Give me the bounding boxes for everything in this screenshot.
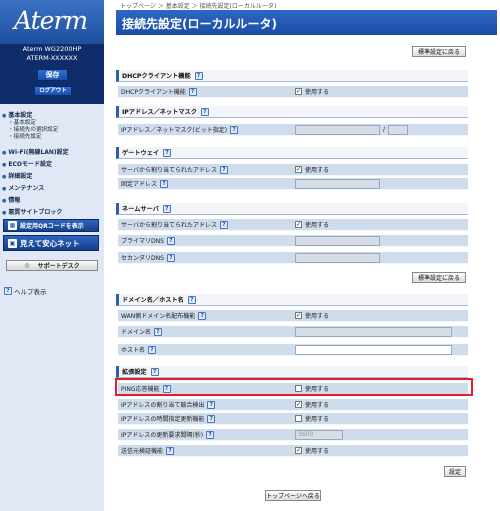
nav-wifi[interactable]: Wi-Fi(無線LAN)設定: [2, 147, 68, 156]
nav-maintenance[interactable]: メンテナンス: [2, 183, 44, 192]
nav-siteblock[interactable]: 悪質サイトブロック: [2, 207, 62, 216]
help-icon[interactable]: ?: [187, 295, 196, 304]
renew-interval-input[interactable]: 3600: [295, 429, 343, 440]
ping-highlight-box: [115, 378, 473, 396]
help-icon[interactable]: ?: [150, 367, 159, 376]
section-gateway: ゲートウェイ?: [116, 147, 468, 159]
row-ip-mask: IPアドレス／ネットマスク(ビット指定)? /: [118, 124, 468, 136]
help-icon[interactable]: ?: [230, 125, 239, 134]
nav-sub-connection[interactable]: ・接続先設定: [8, 132, 42, 140]
support-desk-button[interactable]: ◎ サポートデスク: [6, 260, 98, 271]
help-icon[interactable]: ?: [166, 236, 175, 245]
row-source-verify: 送信元検証機能? ✓ 使用する: [118, 445, 468, 457]
help-toggle[interactable]: ? ヘルプ表示: [4, 286, 47, 296]
section-domain-host: ドメイン名／ホスト名?: [116, 294, 468, 306]
help-icon[interactable]: ?: [160, 179, 169, 188]
timed-renew-checkbox[interactable]: [295, 415, 302, 422]
ip-address-input[interactable]: [295, 124, 380, 135]
help-icon[interactable]: ?: [166, 446, 175, 455]
qr-icon: ▦: [8, 221, 17, 230]
row-dns-auto: サーバから割り当てられたアドレス? ✓ 使用する: [118, 219, 468, 231]
help-icon[interactable]: ?: [162, 204, 171, 213]
row-ip-timed-renew: IPアドレスの時間指定更新機能? 使用する: [118, 413, 468, 425]
reset-default-button[interactable]: 標準設定に戻る: [412, 46, 466, 57]
help-icon[interactable]: ?: [188, 87, 197, 96]
nav-info[interactable]: 情報: [2, 195, 20, 204]
gateway-auto-checkbox[interactable]: ✓: [295, 166, 302, 173]
domain-name-input[interactable]: [295, 326, 452, 337]
support-icon: ◎: [24, 262, 30, 269]
row-wan-domain: WAN側ドメイン名配布機能? ✓ 使用する: [118, 310, 468, 322]
section-ip-mask: IPアドレス／ネットマスク?: [116, 106, 468, 118]
help-icon[interactable]: ?: [219, 165, 228, 174]
gateway-fixed-input[interactable]: [295, 178, 380, 189]
logout-button[interactable]: ログアウト: [34, 86, 72, 96]
set-button[interactable]: 設定: [444, 466, 466, 477]
device-info: Aterm WG2200HP ATERM-XXXXXX 保存 ログアウト: [0, 44, 104, 104]
row-dns-secondary: セカンダリDNS?: [118, 252, 468, 264]
netmask-input[interactable]: [388, 124, 409, 135]
row-gateway-fixed: 固定アドレス?: [118, 178, 468, 190]
help-icon[interactable]: ?: [166, 253, 175, 262]
help-icon[interactable]: ?: [206, 430, 215, 439]
help-icon: ?: [4, 287, 12, 295]
secondary-dns-input[interactable]: [295, 252, 380, 263]
mieru-anshin-button[interactable]: ▣ 見えて安心ネット: [3, 235, 99, 251]
reset-default-button-2[interactable]: 標準設定に戻る: [412, 272, 466, 283]
breadcrumb: トップページ ＞ 基本設定 ＞ 接続先設定(ローカルルータ): [120, 3, 277, 10]
wan-domain-checkbox[interactable]: ✓: [295, 312, 302, 319]
help-icon[interactable]: ?: [207, 400, 216, 409]
row-renew-interval: IPアドレスの更新要求間隔(秒)? 3600: [118, 429, 468, 441]
conflict-checkbox[interactable]: ✓: [295, 401, 302, 408]
row-ip-conflict-detect: IPアドレスの割り当て競合検出? ✓ 使用する: [118, 399, 468, 411]
nav-advanced[interactable]: 詳細設定: [2, 171, 32, 180]
nav-eco[interactable]: ECOモード設定: [2, 159, 52, 168]
source-verify-checkbox[interactable]: ✓: [295, 447, 302, 454]
monitor-icon: ▣: [8, 238, 17, 248]
primary-dns-input[interactable]: [295, 235, 380, 246]
section-dns: ネームサーバ?: [116, 203, 468, 215]
dhcp-checkbox[interactable]: ✓: [295, 88, 302, 95]
back-to-top-button[interactable]: トップページへ戻る: [265, 490, 321, 501]
section-extended: 拡張設定?: [116, 366, 468, 378]
help-icon[interactable]: ?: [154, 327, 163, 336]
dns-auto-checkbox[interactable]: ✓: [295, 221, 302, 228]
help-icon[interactable]: ?: [219, 220, 228, 229]
host-name-input[interactable]: [295, 344, 452, 355]
row-dns-primary: プライマリDNS?: [118, 235, 468, 247]
row-gateway-auto: サーバから割り当てられたアドレス? ✓ 使用する: [118, 164, 468, 176]
device-id: ATERM-XXXXXX: [26, 54, 78, 62]
help-icon[interactable]: ?: [198, 311, 207, 320]
help-icon[interactable]: ?: [207, 414, 216, 423]
save-button[interactable]: 保存: [37, 69, 68, 81]
help-icon[interactable]: ?: [194, 71, 203, 80]
qr-code-button[interactable]: ▦ 設定用QRコードを表示: [3, 219, 99, 232]
aterm-logo: Aterm: [0, 0, 104, 44]
row-dhcp-client: DHCPクライアント機能? ✓ 使用する: [118, 86, 468, 98]
left-sidebar: Aterm Aterm WG2200HP ATERM-XXXXXX 保存 ログア…: [0, 0, 104, 511]
help-icon[interactable]: ?: [163, 148, 172, 157]
page-title: 接続先設定(ローカルルータ): [116, 10, 497, 35]
row-host-name: ホスト名?: [118, 344, 468, 356]
help-icon[interactable]: ?: [148, 345, 157, 354]
section-dhcp: DHCPクライアント機能?: [116, 70, 468, 82]
help-icon[interactable]: ?: [200, 107, 209, 116]
device-name: Aterm WG2200HP: [22, 45, 82, 53]
row-domain-name: ドメイン名?: [118, 326, 468, 338]
